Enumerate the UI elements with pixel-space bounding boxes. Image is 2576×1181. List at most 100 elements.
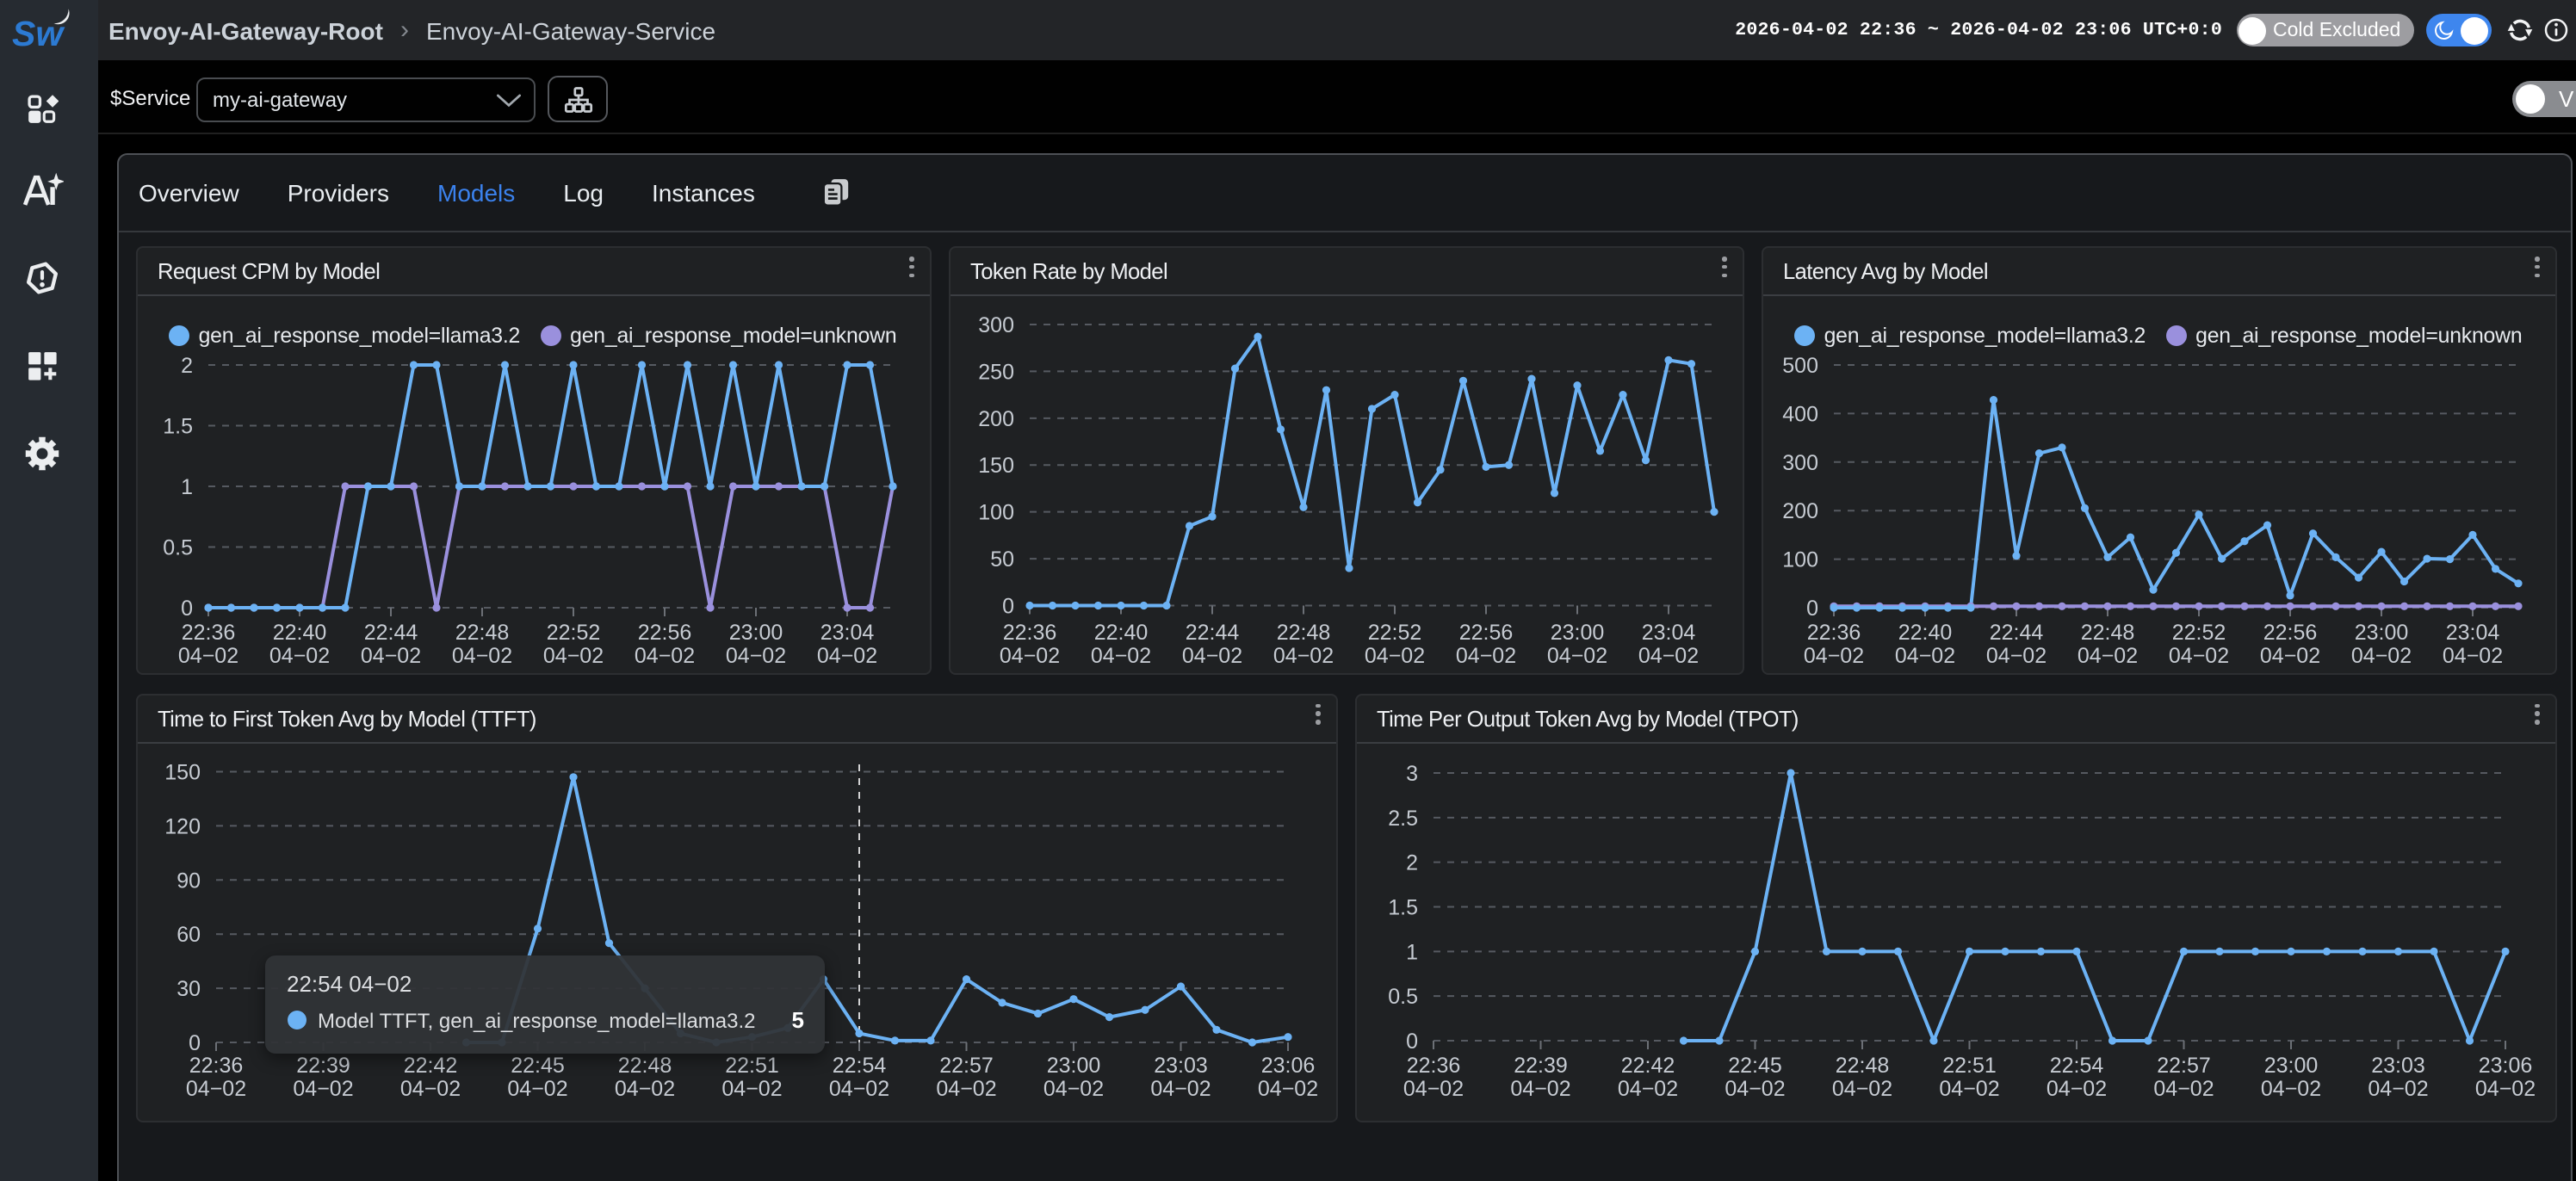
svg-text:22:36: 22:36 (189, 1053, 243, 1077)
svg-text:04−02: 04−02 (1894, 644, 1954, 668)
svg-text:22:54: 22:54 (832, 1053, 886, 1077)
svg-text:0.5: 0.5 (162, 536, 192, 560)
svg-text:50: 50 (989, 547, 1013, 572)
svg-text:22:45: 22:45 (510, 1053, 564, 1077)
svg-text:22:52: 22:52 (2171, 621, 2226, 645)
svg-text:22:56: 22:56 (2263, 621, 2317, 645)
svg-text:0.5: 0.5 (1387, 984, 1417, 1008)
svg-text:30: 30 (176, 976, 200, 1000)
svg-text:04−02: 04−02 (451, 644, 511, 668)
svg-text:04−02: 04−02 (2367, 1076, 2427, 1100)
svg-text:04−02: 04−02 (1617, 1076, 1677, 1100)
svg-text:04−02: 04−02 (185, 1076, 245, 1100)
svg-text:22:48: 22:48 (455, 621, 509, 645)
svg-text:0: 0 (1001, 595, 1013, 619)
svg-text:0: 0 (188, 1030, 200, 1054)
svg-text:04−02: 04−02 (1257, 1076, 1317, 1100)
svg-text:04−02: 04−02 (269, 644, 329, 668)
svg-text:2.5: 2.5 (1387, 806, 1417, 830)
svg-text:04−02: 04−02 (1181, 644, 1242, 668)
svg-text:250: 250 (977, 360, 1013, 384)
svg-text:22:36: 22:36 (1806, 621, 1861, 645)
svg-text:04−02: 04−02 (2046, 1076, 2106, 1100)
svg-text:100: 100 (1781, 548, 1817, 572)
svg-text:04−02: 04−02 (1638, 644, 1698, 668)
svg-text:04−02: 04−02 (1724, 1076, 1784, 1100)
svg-text:23:06: 23:06 (1260, 1053, 1315, 1077)
svg-text:04−02: 04−02 (399, 1076, 460, 1100)
svg-text:Sw: Sw (12, 14, 65, 53)
svg-text:22:57: 22:57 (2156, 1053, 2210, 1077)
svg-text:04−02: 04−02 (1938, 1076, 1998, 1100)
svg-text:04−02: 04−02 (506, 1076, 567, 1100)
svg-text:04−02: 04−02 (1831, 1076, 1892, 1100)
svg-text:1: 1 (1405, 939, 1417, 963)
svg-text:04−02: 04−02 (1546, 644, 1607, 668)
svg-text:23:06: 23:06 (2478, 1053, 2532, 1077)
svg-text:04−02: 04−02 (1985, 644, 2046, 668)
svg-text:04−02: 04−02 (721, 1076, 781, 1100)
svg-text:1.5: 1.5 (1387, 895, 1417, 919)
svg-text:0: 0 (1405, 1029, 1417, 1053)
svg-text:200: 200 (1781, 499, 1817, 523)
svg-text:04−02: 04−02 (292, 1076, 352, 1100)
svg-text:22:52: 22:52 (546, 621, 600, 645)
svg-text:22:44: 22:44 (1185, 621, 1239, 645)
svg-text:04−02: 04−02 (1803, 644, 1863, 668)
svg-text:04−02: 04−02 (828, 1076, 889, 1100)
svg-text:23:00: 23:00 (728, 621, 783, 645)
svg-text:04−02: 04−02 (1090, 644, 1150, 668)
svg-text:04−02: 04−02 (177, 644, 238, 668)
svg-text:22:51: 22:51 (1941, 1053, 1996, 1077)
svg-text:04−02: 04−02 (2168, 644, 2228, 668)
svg-text:04−02: 04−02 (816, 644, 876, 668)
svg-text:23:00: 23:00 (2354, 621, 2408, 645)
svg-text:04−02: 04−02 (2152, 1076, 2213, 1100)
svg-text:04−02: 04−02 (2077, 644, 2137, 668)
svg-text:04−02: 04−02 (360, 644, 420, 668)
svg-text:04−02: 04−02 (1455, 644, 1515, 668)
svg-text:04−02: 04−02 (634, 644, 694, 668)
svg-text:150: 150 (977, 454, 1013, 478)
svg-text:3: 3 (1405, 761, 1417, 785)
svg-text:04−02: 04−02 (2442, 644, 2502, 668)
svg-text:0: 0 (1805, 597, 1817, 621)
svg-text:04−02: 04−02 (1149, 1076, 1210, 1100)
svg-text:23:00: 23:00 (1550, 621, 1604, 645)
svg-text:22:36: 22:36 (181, 621, 235, 645)
svg-text:04−02: 04−02 (2260, 1076, 2320, 1100)
svg-text:04−02: 04−02 (2474, 1076, 2535, 1100)
svg-text:22:44: 22:44 (1989, 621, 2043, 645)
svg-text:22:39: 22:39 (1513, 1053, 1567, 1077)
svg-text:23:04: 23:04 (1641, 621, 1695, 645)
svg-text:23:04: 23:04 (2445, 621, 2499, 645)
svg-text:2: 2 (180, 354, 192, 378)
svg-text:22:51: 22:51 (724, 1053, 778, 1077)
svg-text:04−02: 04−02 (725, 644, 785, 668)
svg-text:04−02: 04−02 (1364, 644, 1424, 668)
svg-text:60: 60 (176, 922, 200, 946)
svg-text:22:56: 22:56 (1458, 621, 1513, 645)
svg-text:22:48: 22:48 (617, 1053, 672, 1077)
svg-text:23:03: 23:03 (2370, 1053, 2424, 1077)
svg-text:04−02: 04−02 (1403, 1076, 1463, 1100)
svg-text:04−02: 04−02 (542, 644, 603, 668)
svg-text:22:42: 22:42 (1620, 1053, 1675, 1077)
svg-text:300: 300 (977, 313, 1013, 337)
svg-text:22:36: 22:36 (1406, 1053, 1460, 1077)
svg-text:04−02: 04−02 (2259, 644, 2319, 668)
svg-text:90: 90 (176, 868, 200, 892)
svg-text:0: 0 (180, 597, 192, 621)
svg-text:22:48: 22:48 (1835, 1053, 1889, 1077)
svg-text:23:03: 23:03 (1153, 1053, 1207, 1077)
svg-text:22:45: 22:45 (1727, 1053, 1781, 1077)
svg-text:100: 100 (977, 501, 1013, 525)
svg-text:22:48: 22:48 (1276, 621, 1330, 645)
svg-text:04−02: 04−02 (614, 1076, 674, 1100)
svg-text:04−02: 04−02 (2350, 644, 2411, 668)
svg-text:120: 120 (164, 813, 200, 838)
svg-text:22:52: 22:52 (1367, 621, 1421, 645)
svg-text:23:00: 23:00 (1046, 1053, 1100, 1077)
svg-text:22:48: 22:48 (2080, 621, 2134, 645)
svg-text:22:42: 22:42 (403, 1053, 457, 1077)
